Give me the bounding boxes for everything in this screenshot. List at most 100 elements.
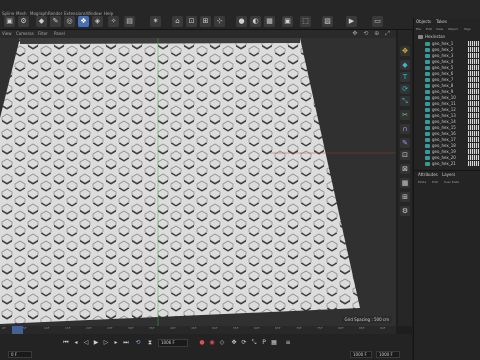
cloner-icon[interactable]: ❖ (78, 16, 89, 27)
object-tags[interactable] (468, 47, 479, 52)
scene-icon[interactable]: ⌂ (172, 16, 183, 27)
object-tags[interactable] (468, 83, 479, 88)
object-tags[interactable] (468, 143, 479, 148)
object-tags[interactable] (468, 107, 479, 112)
scale-key-icon[interactable]: ⤡ (250, 339, 258, 347)
object-tags[interactable] (468, 77, 479, 82)
autokey-icon[interactable]: ◉ (208, 339, 216, 347)
objects-menu-object[interactable]: Object (448, 27, 458, 31)
playhead[interactable] (12, 326, 23, 334)
object-tags[interactable] (468, 95, 479, 100)
object-root-row[interactable]: Hexinstan (415, 34, 480, 40)
next-key-icon[interactable]: ▸ (112, 339, 120, 347)
timeline-ruler[interactable]: 0F 5F 10F 15F 20F 25F 30F 35F 40F 45F 50… (0, 326, 396, 334)
snap-toggle-icon[interactable]: ⊡ (400, 150, 410, 160)
spline-pen-icon[interactable]: ✎ (50, 16, 61, 27)
brush-tool-icon[interactable]: ✎ (400, 138, 410, 148)
object-tags[interactable] (468, 155, 479, 160)
tab-takes[interactable]: Takes (436, 19, 447, 24)
end-frame-field[interactable]: 1000 F (350, 351, 372, 358)
lock-icon[interactable]: ⊠ (400, 164, 410, 174)
object-tags[interactable] (468, 149, 479, 154)
object-tags[interactable] (468, 131, 479, 136)
object-tags[interactable] (468, 41, 479, 46)
object-tags[interactable] (468, 101, 479, 106)
render-region-icon[interactable]: ▨ (322, 16, 333, 27)
object-tags[interactable] (468, 71, 479, 76)
snap-icon[interactable]: ⊡ (186, 16, 197, 27)
polygons-mode-icon[interactable]: ▦ (264, 16, 275, 27)
model-mode-icon[interactable]: ⬚ (300, 16, 311, 27)
render-settings-icon[interactable]: ⚙ (18, 16, 29, 27)
previous-frame-icon[interactable]: ◁ (82, 339, 90, 347)
object-tags[interactable] (468, 119, 479, 124)
grid-toggle-icon[interactable]: ▦ (400, 178, 410, 188)
tab-attributes[interactable]: Attributes (418, 172, 438, 177)
cube-icon[interactable]: ◆ (36, 16, 47, 27)
object-tags[interactable] (468, 113, 479, 118)
go-to-end-icon[interactable]: ⏭ (122, 339, 130, 347)
record-icon[interactable]: ● (198, 339, 206, 347)
viewport-nav-icons[interactable]: ✥ ⟲ ⊕ ⤢ (352, 30, 392, 38)
object-row[interactable]: geo_hex_21 (415, 161, 480, 167)
start-frame-field[interactable]: 0 F (8, 351, 32, 358)
deformer-icon[interactable]: ◈ (92, 16, 103, 27)
objects-menu-tags[interactable]: Tags (464, 27, 471, 31)
go-to-start-icon[interactable]: ⏮ (62, 339, 70, 347)
previous-key-icon[interactable]: ◂ (72, 339, 80, 347)
loop-icon[interactable]: ⟲ (134, 339, 142, 347)
viewport-menu-panel[interactable]: Panel (54, 31, 65, 36)
object-tags[interactable] (468, 89, 479, 94)
object-tags[interactable] (468, 137, 479, 142)
viewport[interactable]: Grid Spacing : 500 cm (0, 38, 396, 326)
generator-icon[interactable]: ◎ (64, 16, 75, 27)
field-icon[interactable]: ✧ (108, 16, 119, 27)
layout-icon[interactable]: ▭ (372, 16, 383, 27)
current-frame-field[interactable]: 1006 F (158, 339, 188, 347)
object-tags[interactable] (468, 161, 479, 166)
play-icon[interactable]: ▶ (92, 339, 100, 347)
timeline-menu-icon[interactable]: ≡ (284, 339, 292, 347)
max-frame-field[interactable]: 1000 F (376, 351, 400, 358)
axis-icon[interactable]: ⊹ (214, 16, 225, 27)
text-tool-icon[interactable]: T (400, 72, 410, 82)
viewport-menu-view[interactable]: View (2, 31, 12, 36)
viewport-menu-filter[interactable]: Filter (38, 31, 48, 36)
workplane-icon[interactable]: ⊞ (200, 16, 211, 27)
workplane-toggle-icon[interactable]: ⊞ (400, 192, 410, 202)
move-tool-icon[interactable]: ✥ (400, 46, 410, 56)
attributes-menu-userdata[interactable]: User Data (444, 180, 459, 184)
uv-mode-icon[interactable]: ▣ (282, 16, 293, 27)
tab-layers[interactable]: Layers (442, 172, 455, 177)
object-tags[interactable] (468, 53, 479, 58)
interactive-render-icon[interactable]: ▶ (346, 16, 357, 27)
pla-key-icon[interactable]: ▦ (270, 339, 278, 347)
knife-tool-icon[interactable]: ✂ (400, 110, 410, 120)
viewport-menu-cameras[interactable]: Cameras (16, 31, 34, 36)
magnet-tool-icon[interactable]: ∩ (400, 124, 410, 134)
settings-icon[interactable]: ⚙ (400, 206, 410, 216)
object-tags[interactable] (468, 59, 479, 64)
rotate-tool-icon[interactable]: ⟳ (400, 84, 410, 94)
render-view-icon[interactable]: ▣ (4, 16, 15, 27)
move-key-icon[interactable]: ✥ (230, 339, 238, 347)
objects-menu-file[interactable]: File (416, 27, 421, 31)
object-tags[interactable] (468, 125, 479, 130)
objects-menu-view[interactable]: View (436, 27, 443, 31)
camera-icon[interactable]: ▤ (124, 16, 135, 27)
attributes-menu-edit[interactable]: Edit (432, 180, 438, 184)
fps-icon[interactable]: ⧗ (146, 339, 154, 347)
scale-tool-icon[interactable]: ⤡ (400, 96, 410, 106)
cube-primitive-icon[interactable]: ◆ (400, 60, 410, 70)
attributes-menu-mode[interactable]: Mode (418, 180, 426, 184)
objects-menu-edit[interactable]: Edit (426, 27, 432, 31)
object-tags[interactable] (468, 65, 479, 70)
next-frame-icon[interactable]: ▷ (102, 339, 110, 347)
light-icon[interactable]: ✶ (150, 16, 161, 27)
edges-mode-icon[interactable]: ◐ (250, 16, 261, 27)
param-key-icon[interactable]: P (260, 339, 268, 347)
keyframe-selection-icon[interactable]: ◇ (218, 339, 226, 347)
tab-objects[interactable]: Objects (416, 19, 431, 24)
rotate-key-icon[interactable]: ⟳ (240, 339, 248, 347)
points-mode-icon[interactable]: ● (236, 16, 247, 27)
